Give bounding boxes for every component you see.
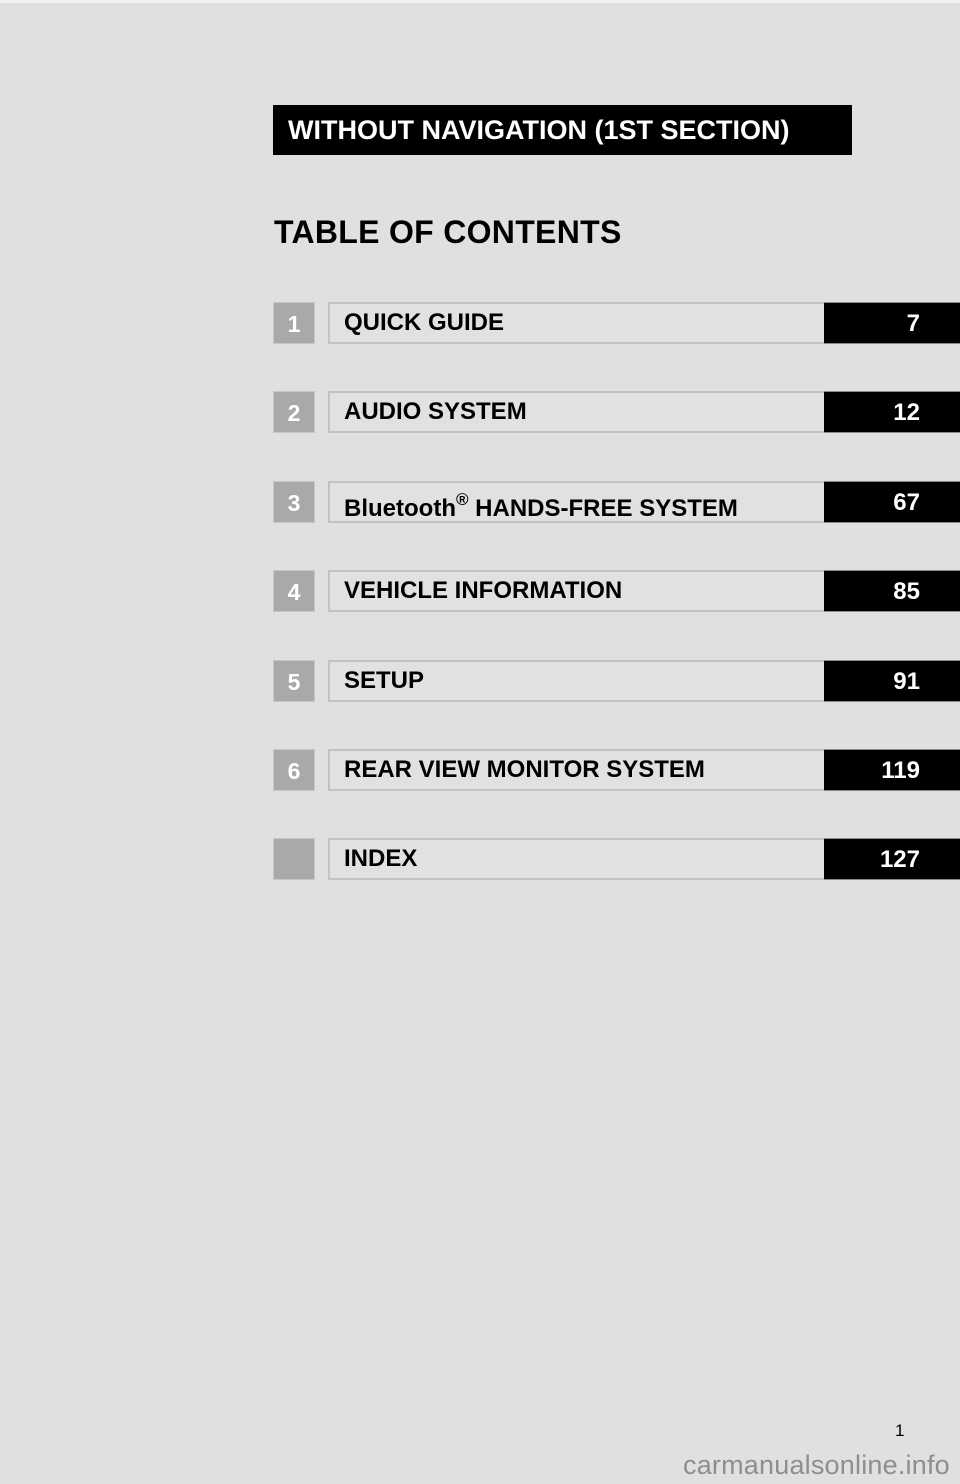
page-top-edge <box>0 0 960 3</box>
chapter-page-number[interactable]: 12 <box>824 391 960 433</box>
toc-entry-rear-view-monitor[interactable]: 6 REAR VIEW MONITOR SYSTEM 119 <box>273 749 960 792</box>
chapter-label[interactable]: Bluetooth® HANDS-FREE SYSTEM <box>328 481 824 523</box>
chapter-label-brand: Bluetooth <box>344 495 456 522</box>
chapter-label[interactable]: AUDIO SYSTEM <box>328 391 824 433</box>
watermark: carmanualsonline.info <box>683 1450 950 1480</box>
toc-entry-audio-system[interactable]: 2 AUDIO SYSTEM 12 <box>273 391 960 434</box>
chapter-page-number[interactable]: 67 <box>824 481 960 523</box>
toc-entry-setup[interactable]: 5 SETUP 91 <box>273 660 960 703</box>
chapter-label-rest: HANDS-FREE SYSTEM <box>468 495 738 522</box>
toc-entry-bluetooth-hands-free[interactable]: 3 Bluetooth® HANDS-FREE SYSTEM 67 <box>273 481 960 524</box>
chapter-number: 1 <box>273 302 315 344</box>
toc-entry-quick-guide[interactable]: 1 QUICK GUIDE 7 <box>273 302 960 345</box>
chapter-label[interactable]: REAR VIEW MONITOR SYSTEM <box>328 749 824 791</box>
toc-entry-index[interactable]: INDEX 127 <box>273 838 960 881</box>
page-number: 1 <box>895 1421 905 1440</box>
chapter-label[interactable]: VEHICLE INFORMATION <box>328 570 824 612</box>
section-banner: WITHOUT NAVIGATION (1ST SECTION) <box>273 105 852 155</box>
chapter-page-number[interactable]: 7 <box>824 302 960 344</box>
chapter-number: 3 <box>273 481 315 523</box>
chapter-label[interactable]: QUICK GUIDE <box>328 302 824 344</box>
chapter-number: 4 <box>273 570 315 612</box>
chapter-page-number[interactable]: 127 <box>824 838 960 880</box>
toc-entry-vehicle-information[interactable]: 4 VEHICLE INFORMATION 85 <box>273 570 960 613</box>
chapter-page-number[interactable]: 91 <box>824 660 960 702</box>
chapter-label[interactable]: INDEX <box>328 838 824 880</box>
chapter-page-number[interactable]: 85 <box>824 570 960 612</box>
chapter-number: 2 <box>273 391 315 433</box>
page-title: TABLE OF CONTENTS <box>274 214 622 250</box>
chapter-page-number[interactable]: 119 <box>824 749 960 791</box>
chapter-number: 6 <box>273 749 315 791</box>
chapter-number: 5 <box>273 660 315 702</box>
chapter-label[interactable]: SETUP <box>328 660 824 702</box>
registered-mark: ® <box>455 490 469 509</box>
chapter-number <box>273 838 315 880</box>
